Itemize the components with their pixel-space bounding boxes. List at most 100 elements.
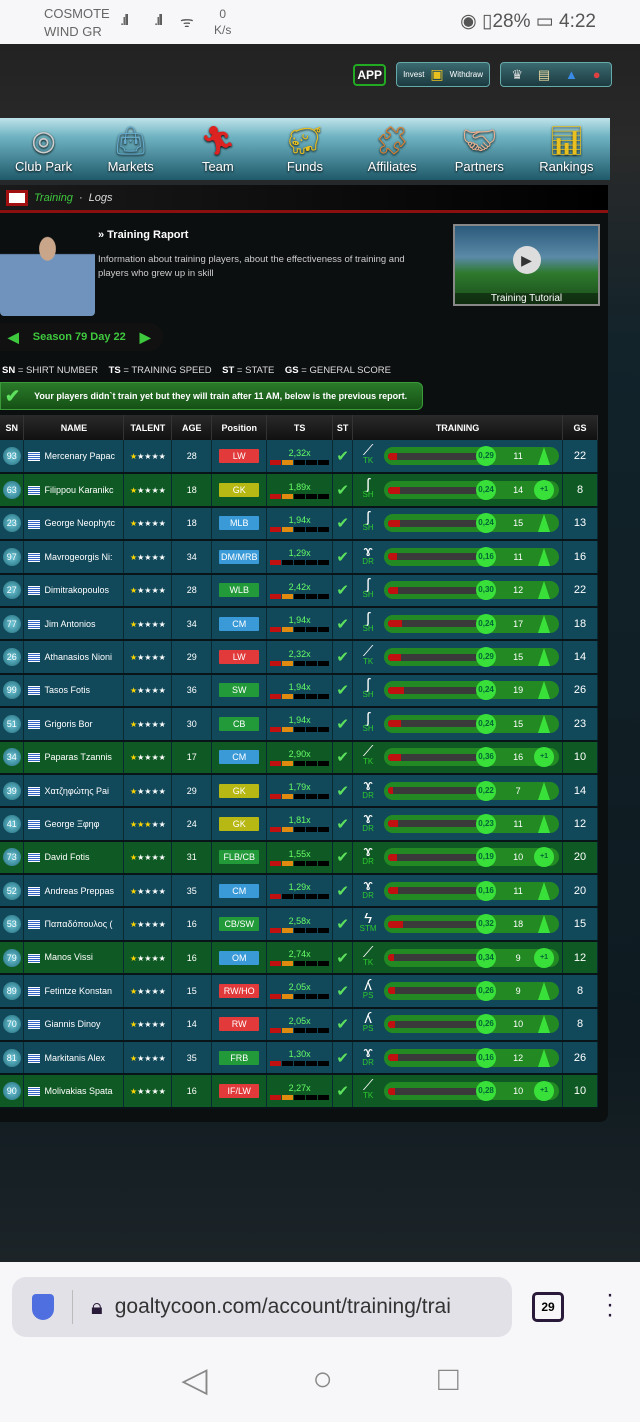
nav-rankings[interactable]: 📊︎ Rankings <box>523 125 609 174</box>
table-row[interactable]: 23 George Neophytc ★★★★★ 18 MLB 1,94x ✔ … <box>0 506 598 542</box>
gift-icon[interactable]: ▣ <box>430 66 443 83</box>
player-name[interactable]: Jim Antonios <box>44 619 95 629</box>
column-header-st[interactable]: ST <box>332 415 354 440</box>
next-day-button[interactable]: ▶ <box>140 329 151 346</box>
column-header-gs[interactable]: GS <box>562 415 598 440</box>
ts-segment <box>318 994 330 1000</box>
player-name[interactable]: Filippou Karanikc <box>44 485 113 495</box>
play-icon[interactable]: ▶ <box>512 246 541 274</box>
nav-affiliates[interactable]: 🧩︎ Affiliates <box>349 125 435 174</box>
player-name[interactable]: Dimitrakopoulos <box>44 585 109 595</box>
stadium-icon[interactable]: ◎ <box>31 124 55 157</box>
url-text[interactable]: goaltycoon.com/account/training/trai <box>115 1295 451 1319</box>
piggy-bank-icon[interactable]: 🐖︎ <box>287 124 323 157</box>
player-name[interactable]: Molivakias Spata <box>44 1086 112 1096</box>
shield-icon[interactable] <box>32 1294 54 1320</box>
player-name[interactable]: George Neophytc <box>44 518 115 528</box>
shopping-bag-icon[interactable]: 👜︎ <box>113 124 149 157</box>
column-header-talent[interactable]: TALENT <box>123 415 173 440</box>
column-header-sn[interactable]: SN <box>0 415 25 440</box>
table-row[interactable]: 70 Giannis Dinoy ★★★★★ 14 RW 2,05x ✔ ʎ PS… <box>0 1007 598 1043</box>
mountain-icon[interactable]: ▲ <box>565 67 578 82</box>
column-header-training[interactable]: TRAINING <box>352 415 564 440</box>
withdraw-button[interactable]: Withdraw <box>450 70 483 79</box>
nav-team[interactable]: 🏃︎ Team <box>175 125 261 174</box>
table-row[interactable]: 99 Tasos Fotis ★★★★★ 36 SW 1,94x ✔ ʃ SH 0… <box>0 673 598 709</box>
table-row[interactable]: 97 Mavrogeorgis Ni: ★★★★★ 34 DM/MRB 1,29… <box>0 540 598 575</box>
scroll-icon[interactable]: ▤ <box>538 67 550 83</box>
general-score: 20 <box>562 874 598 909</box>
bar-chart-icon[interactable]: 📊︎ <box>549 124 585 157</box>
puzzle-icon[interactable]: 🧩︎ <box>374 124 410 157</box>
breadcrumb-training[interactable]: Training <box>34 192 73 204</box>
player-name[interactable]: Andreas Preppas <box>44 886 114 896</box>
player-name[interactable]: Paparas Tzannis <box>44 752 111 762</box>
ts-cell: 1,29x <box>266 874 334 909</box>
table-row[interactable]: 81 Markitanis Alex ★★★★★ 35 FRB 1,30x ✔ … <box>0 1041 598 1076</box>
effectiveness-badge: 0,29 <box>476 446 497 467</box>
player-name[interactable]: Manos Vissi <box>44 952 92 962</box>
table-row[interactable]: 26 Athanasios Nioni ★★★★★ 29 LW 2,32x ✔ … <box>0 640 598 675</box>
player-name[interactable]: Χατζηφώτης Pai <box>44 786 109 796</box>
table-row[interactable]: 53 Παπαδόπουλος ( ★★★★★ 16 CB/SW 2,58x ✔… <box>0 907 598 942</box>
training-count: 12 <box>513 1052 524 1063</box>
crown-icon[interactable]: ♛ <box>511 67 523 83</box>
app-button[interactable]: APP <box>353 63 387 86</box>
table-row[interactable]: 51 Grigoris Bor ★★★★★ 30 CB 1,94x ✔ ʃ SH … <box>0 707 598 742</box>
address-bar[interactable]: 🔒︎ goaltycoon.com/account/training/trai <box>12 1277 512 1337</box>
lock-icon[interactable]: 🔒︎ <box>91 1294 103 1320</box>
home-icon[interactable]: ○ <box>313 1360 334 1400</box>
table-row[interactable]: 89 Fetintze Konstan ★★★★★ 15 RW/HO 2,05x… <box>0 974 598 1009</box>
nav-partners[interactable]: 🤝︎ Partners <box>436 125 522 174</box>
table-row[interactable]: 63 Filippou Karanikc ★★★★★ 18 GK 1,89x ✔… <box>0 473 598 508</box>
nav-club-park[interactable]: ◎ Club Park <box>1 125 87 174</box>
ts-segment <box>270 894 282 900</box>
position-cell: FLB/CB <box>211 840 268 876</box>
table-row[interactable]: 93 Mercenary Papac ★★★★★ 28 LW 2,32x ✔ ⟋… <box>0 440 598 475</box>
nav-funds[interactable]: 🐖︎ Funds <box>262 125 348 174</box>
training-tutorial-video[interactable]: ▶ Training Tutorial <box>453 224 600 306</box>
column-header-position[interactable]: Position <box>211 415 268 440</box>
player-name[interactable]: Markitanis Alex <box>44 1053 105 1063</box>
table-row[interactable]: 77 Jim Antonios ★★★★★ 34 CM 1,94x ✔ ʃ SH … <box>0 606 598 642</box>
column-header-ts[interactable]: TS <box>266 415 334 440</box>
table-row[interactable]: 79 Manos Vissi ★★★★★ 16 OM 2,74x ✔ ⟋ TK 0… <box>0 940 598 976</box>
more-menu-icon[interactable]: · · · <box>606 1283 614 1327</box>
handshake-icon[interactable]: 🤝︎ <box>461 124 497 157</box>
shirt-icon[interactable]: ● <box>593 67 601 82</box>
table-row[interactable]: 52 Andreas Preppas ★★★★★ 35 CM 1,29x ✔ ɤ… <box>0 874 598 909</box>
position-cell: IF/LW <box>211 1074 268 1109</box>
table-row[interactable]: 41 George Ξφηφ ★★★★★ 24 GK 1,81x ✔ ɤ DR 0… <box>0 807 598 842</box>
player-name[interactable]: Mavrogeorgis Ni: <box>44 552 112 562</box>
column-header-age[interactable]: AGE <box>171 415 213 440</box>
player-name[interactable]: Tasos Fotis <box>44 685 90 695</box>
table-row[interactable]: 34 Paparas Tzannis ★★★★★ 17 CM 2,90x ✔ ⟋… <box>0 740 598 775</box>
invest-button[interactable]: Invest <box>403 70 424 79</box>
player-icon[interactable]: 🏃︎ <box>200 124 236 157</box>
player-name[interactable]: Fetintze Konstan <box>44 986 112 996</box>
player-name[interactable]: Giannis Dinoy <box>44 1019 100 1029</box>
name-cell: Mercenary Papac <box>23 440 125 475</box>
general-score: 26 <box>562 1041 598 1076</box>
progress-fill <box>388 653 401 661</box>
recents-icon[interactable]: □ <box>438 1360 459 1400</box>
table-row[interactable]: 39 Χατζηφώτης Pai ★★★★★ 29 GK 1,79x ✔ ɤD… <box>0 773 598 809</box>
skill-label: SH <box>362 623 374 633</box>
nav-markets[interactable]: 👜︎ Markets <box>88 125 174 174</box>
back-icon[interactable]: ◁ <box>181 1360 207 1400</box>
table-row[interactable]: 73 David Fotis ★★★★★ 31 FLB/CB 1,55x ✔ ɤ… <box>0 840 598 876</box>
player-name[interactable]: Athanasios Nioni <box>44 652 112 662</box>
player-name[interactable]: Παπαδόπουλος ( <box>44 919 112 929</box>
skill-label: SH <box>362 590 374 600</box>
player-name[interactable]: David Fotis <box>44 852 89 862</box>
skill-label: SH <box>362 723 374 733</box>
tab-count-button[interactable]: 29 <box>532 1292 564 1322</box>
player-name[interactable]: Grigoris Bor <box>44 719 92 729</box>
player-name[interactable]: Mercenary Papac <box>44 451 115 461</box>
table-row[interactable]: 27 Dimitrakopoulos ★★★★★ 28 WLB 2,42x ✔ … <box>0 573 598 608</box>
column-header-name[interactable]: NAME <box>23 415 125 440</box>
table-row[interactable]: 90 Molivakias Spata ★★★★★ 16 IF/LW 2,27x… <box>0 1074 598 1109</box>
prev-day-button[interactable]: ◀ <box>8 329 19 346</box>
skill: ϟ STM <box>355 911 381 934</box>
player-name[interactable]: George Ξφηφ <box>44 819 99 829</box>
